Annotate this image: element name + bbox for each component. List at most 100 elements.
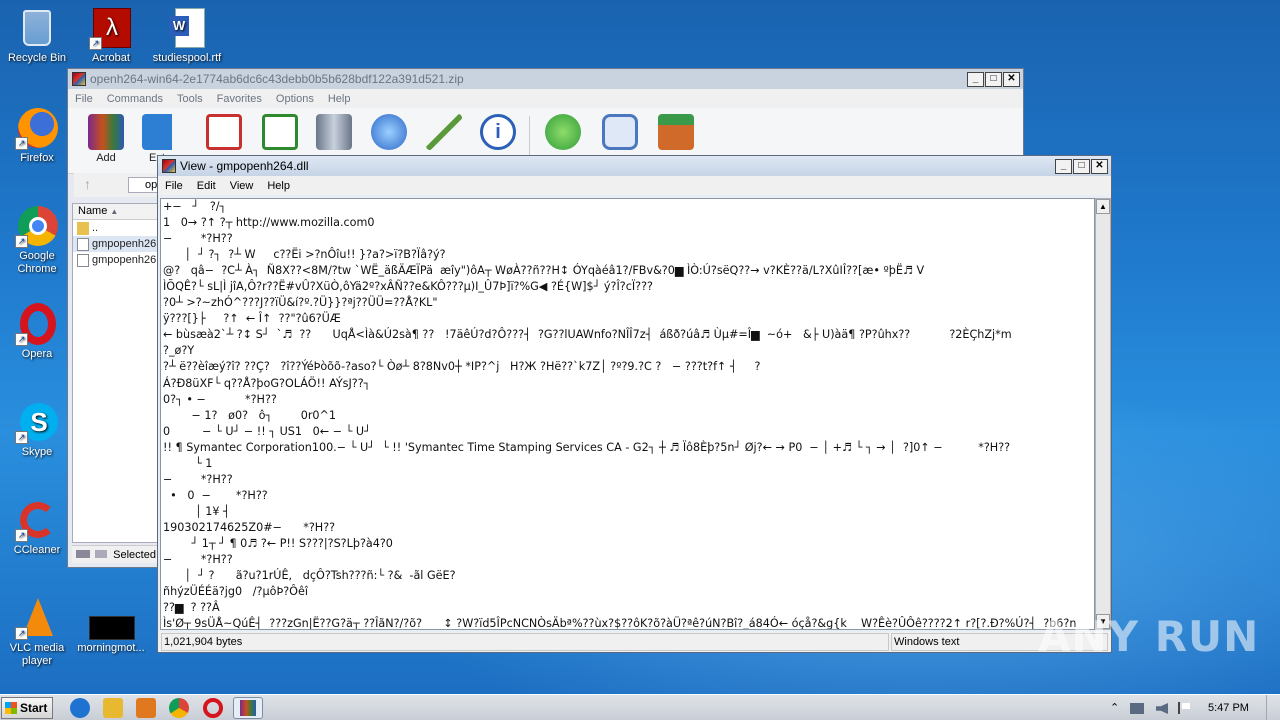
file-row[interactable]: .. — [73, 220, 159, 236]
sfx-box-icon — [658, 114, 694, 150]
desktop-icon-firefox[interactable]: ↗ Firefox — [0, 106, 74, 165]
archive-add-icon — [88, 114, 124, 150]
clock[interactable]: 5:47 PM — [1208, 695, 1249, 720]
desktop-icon-acrobat[interactable]: λ ↗ Acrobat — [74, 6, 148, 65]
sort-arrow-icon: ▲ — [110, 207, 119, 216]
tray-expand-icon[interactable]: ⌃ — [1110, 695, 1119, 720]
menu-commands[interactable]: Commands — [100, 93, 170, 105]
shortcut-arrow-icon: ↗ — [15, 137, 28, 150]
action-center-flag-icon[interactable] — [1178, 695, 1192, 720]
find-button[interactable] — [365, 114, 413, 152]
menu-options[interactable]: Options — [269, 93, 321, 105]
virus-scan-icon — [545, 114, 581, 150]
toolbar-label: Add — [96, 152, 116, 164]
test-button[interactable] — [200, 114, 248, 152]
desktop-icon-ccleaner[interactable]: ↗ CCleaner — [0, 498, 74, 557]
word-document-icon: W — [165, 6, 209, 50]
shortcut-arrow-icon: ↗ — [15, 627, 28, 640]
extract-folder-icon — [142, 114, 172, 150]
delete-bin-icon — [316, 114, 352, 150]
network-tray-icon[interactable] — [1130, 695, 1144, 720]
menu-tools[interactable]: Tools — [170, 93, 210, 105]
desktop-icon-recycle-bin[interactable]: Recycle Bin — [0, 6, 74, 65]
window-title: View - gmpopenh264.dll — [180, 159, 309, 173]
chrome-icon[interactable] — [169, 698, 189, 718]
desktop-icon-label: Google Chrome — [17, 250, 57, 275]
info-button[interactable]: i — [474, 114, 522, 152]
file-content-view[interactable]: +− ┘ ?/┐ 1 0→ ?↑ ?┬ http://www.mozilla.c… — [160, 198, 1095, 630]
desktop-icon-label: Firefox — [20, 152, 54, 164]
key-icon — [95, 550, 108, 558]
maximize-button[interactable]: □ — [1073, 158, 1090, 174]
desktop-icon-label: Skype — [21, 446, 53, 458]
file-content-text: +− ┘ ?/┐ 1 0→ ?↑ ?┬ http://www.mozilla.c… — [163, 200, 1077, 630]
delete-button[interactable] — [310, 114, 358, 152]
desktop-icon-studiespool[interactable]: W studiespool.rtf — [150, 6, 224, 65]
explorer-icon[interactable] — [103, 698, 123, 718]
shortcut-arrow-icon: ↗ — [15, 333, 28, 346]
desktop-icon-chrome[interactable]: ↗ Google Chrome — [0, 204, 74, 276]
wizard-wand-icon — [426, 114, 462, 150]
menu-file[interactable]: File — [68, 93, 100, 105]
sfx-button[interactable] — [652, 114, 700, 152]
winrar-statusbar: Selected — [72, 545, 160, 563]
file-list: Name ▲ .. gmpopenh26 gmpopenh26 — [72, 203, 160, 543]
start-button[interactable]: Start — [1, 697, 53, 719]
menu-view[interactable]: View — [223, 180, 261, 192]
up-arrow-icon[interactable]: ↑ — [84, 176, 91, 192]
close-button[interactable]: ✕ — [1091, 158, 1108, 174]
acrobat-icon: λ ↗ — [89, 6, 133, 50]
view-button[interactable] — [256, 114, 304, 152]
file-icon — [77, 253, 89, 267]
shortcut-arrow-icon: ↗ — [15, 235, 28, 248]
taskbar: Start ⌃ 5:47 PM — [0, 694, 1280, 720]
column-header-name[interactable]: Name ▲ — [73, 204, 159, 220]
volume-tray-icon[interactable] — [1156, 695, 1170, 720]
desktop-icon-label: studiespool.rtf — [152, 52, 222, 64]
desktop-icon-opera[interactable]: ↗ Opera — [0, 302, 74, 361]
virus-scan-button[interactable] — [539, 114, 587, 152]
info-icon: i — [480, 114, 516, 150]
find-magnifier-icon — [371, 114, 407, 150]
menu-file[interactable]: File — [158, 180, 190, 192]
add-button[interactable]: Add — [82, 114, 130, 164]
folder-icon — [77, 221, 89, 235]
menu-favorites[interactable]: Favorites — [210, 93, 269, 105]
comment-button[interactable] — [596, 114, 644, 152]
winrar-titlebar[interactable]: openh264-win64-2e1774ab6dc6c43debb0b5b62… — [68, 69, 1023, 89]
maximize-button[interactable]: □ — [985, 71, 1002, 87]
show-desktop-button[interactable] — [1266, 695, 1278, 720]
status-text: Selected — [113, 549, 156, 561]
menu-help[interactable]: Help — [260, 180, 297, 192]
test-clipboard-icon — [206, 114, 242, 150]
winrar-icon — [72, 72, 86, 86]
winrar-icon[interactable] — [233, 697, 263, 719]
ie-icon[interactable] — [70, 698, 90, 718]
viewer-window: View - gmpopenh264.dll _ □ ✕ File Edit V… — [157, 155, 1112, 653]
menu-help[interactable]: Help — [321, 93, 358, 105]
minimize-button[interactable]: _ — [1055, 158, 1072, 174]
viewer-titlebar[interactable]: View - gmpopenh264.dll _ □ ✕ — [158, 156, 1111, 176]
viewer-app-icon — [162, 159, 176, 173]
vertical-scrollbar[interactable]: ▲ ▼ — [1095, 198, 1111, 630]
media-player-icon[interactable] — [136, 698, 156, 718]
file-row[interactable]: gmpopenh26 — [73, 236, 159, 252]
close-button[interactable]: ✕ — [1003, 71, 1020, 87]
wizard-button[interactable] — [420, 114, 468, 152]
desktop-icon-vlc[interactable]: ↗ VLC media player — [0, 596, 74, 668]
desktop-icon-label: Recycle Bin — [7, 52, 67, 64]
anyrun-watermark: ANY RUN — [1038, 612, 1260, 661]
opera-icon[interactable] — [203, 698, 223, 718]
menu-edit[interactable]: Edit — [190, 180, 223, 192]
desktop-icon-skype[interactable]: S ↗ Skype — [0, 400, 74, 459]
file-row[interactable]: gmpopenh26 — [73, 252, 159, 268]
minimize-button[interactable]: _ — [967, 71, 984, 87]
desktop-icon-morningmot[interactable]: morningmot... — [74, 596, 148, 655]
chrome-icon: ↗ — [15, 204, 59, 248]
windows-logo-icon — [5, 702, 17, 714]
toolbar-separator — [529, 116, 530, 160]
scroll-up-arrow-icon[interactable]: ▲ — [1096, 199, 1110, 214]
window-title: openh264-win64-2e1774ab6dc6c43debb0b5b62… — [90, 72, 464, 86]
winrar-menubar: File Commands Tools Favorites Options He… — [68, 89, 1023, 108]
drive-icon — [76, 550, 90, 558]
